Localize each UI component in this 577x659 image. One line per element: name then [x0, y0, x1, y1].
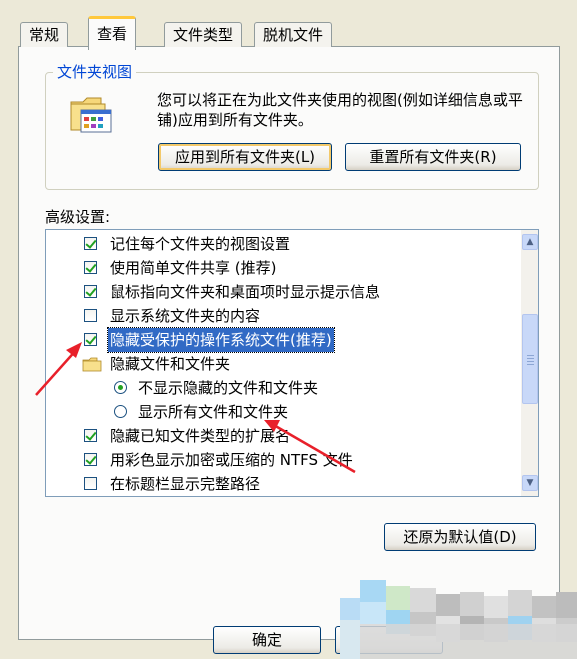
- checkbox[interactable]: [84, 261, 97, 274]
- folder-views-title: 文件夹视图: [53, 63, 137, 81]
- checkbox[interactable]: [84, 237, 97, 250]
- checkbox[interactable]: [84, 309, 97, 322]
- radio-button[interactable]: [114, 405, 127, 418]
- folder-options-dialog: 常规 查看 文件类型 脱机文件 文件夹视图 您可以将正在为此文件夹使用的视图(例…: [0, 0, 577, 659]
- reset-all-folders-button[interactable]: 重置所有文件夹(R): [345, 143, 521, 171]
- tab-offline-files[interactable]: 脱机文件: [254, 22, 333, 47]
- list-scrollbar[interactable]: ▲ ▼: [521, 230, 538, 496]
- ok-button[interactable]: 确定: [213, 626, 321, 654]
- checkbox[interactable]: [84, 429, 97, 442]
- checkbox[interactable]: [84, 453, 97, 466]
- tab-view[interactable]: 查看: [88, 16, 137, 50]
- restore-defaults-button[interactable]: 还原为默认值(D): [384, 523, 536, 551]
- tab-general[interactable]: 常规: [20, 22, 69, 47]
- checkbox[interactable]: [84, 477, 97, 490]
- radio-button[interactable]: [114, 381, 127, 394]
- checkbox[interactable]: [84, 285, 97, 298]
- advanced-settings-list[interactable]: 记住每个文件夹的视图设置 使用简单文件共享 (推荐) 鼠标指向文件夹和桌面项时显…: [45, 229, 539, 497]
- tab-file-types[interactable]: 文件类型: [164, 22, 243, 47]
- folder-view-icon: [70, 97, 112, 133]
- scroll-up-icon[interactable]: ▲: [522, 234, 538, 250]
- scroll-thumb[interactable]: [522, 314, 538, 404]
- checkbox[interactable]: [84, 333, 97, 346]
- folder-views-description: 您可以将正在为此文件夹使用的视图(例如详细信息或平铺)应用到所有文件夹。: [157, 91, 523, 129]
- folder-icon: [82, 357, 102, 372]
- advanced-settings-label: 高级设置:: [45, 208, 111, 226]
- apply-to-all-folders-button[interactable]: 应用到所有文件夹(L): [158, 143, 332, 171]
- scroll-down-icon[interactable]: ▼: [522, 475, 538, 491]
